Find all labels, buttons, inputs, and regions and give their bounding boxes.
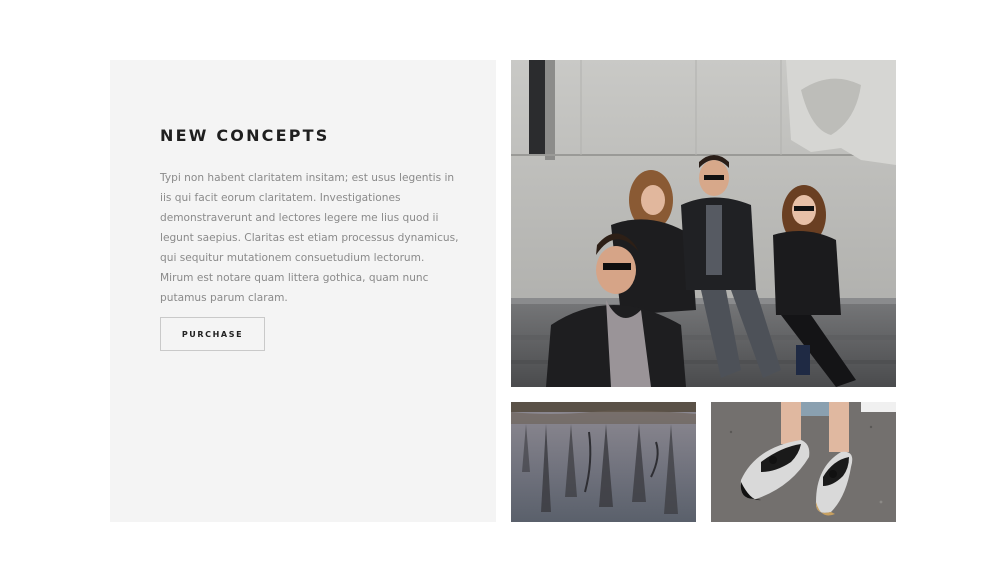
text-panel: NEW CONCEPTS Typi non habent claritatem … (110, 60, 496, 522)
water-reflection-photo (511, 402, 696, 522)
shoes-photo (711, 402, 896, 522)
section-description: Typi non habent claritatem insitam; est … (160, 172, 459, 304)
feature-section: NEW CONCEPTS Typi non habent claritatem … (0, 0, 1000, 570)
loafers-image (711, 402, 896, 522)
section-title: NEW CONCEPTS (160, 126, 330, 145)
people-on-steps-image (511, 60, 896, 387)
purchase-button[interactable]: PURCHASE (160, 317, 265, 351)
lake-reflection-image (511, 402, 696, 522)
group-photo (511, 60, 896, 387)
